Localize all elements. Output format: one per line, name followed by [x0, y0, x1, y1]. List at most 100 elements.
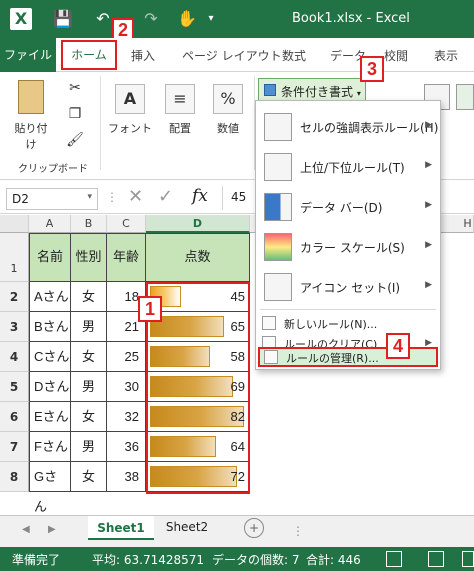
- font-label: フォント: [108, 122, 152, 135]
- title-bar: X 💾 ↶ ↷ ✋ ▾ Book1.xlsx - Excel 2: [0, 0, 474, 42]
- gender-cell[interactable]: 女: [71, 402, 107, 432]
- undo-icon[interactable]: ↶: [92, 8, 114, 30]
- paste-button[interactable]: 貼り付け: [10, 80, 52, 152]
- sheet-tab-1[interactable]: Sheet1: [88, 516, 154, 540]
- name-box-dropdown-icon[interactable]: ▾: [87, 192, 92, 202]
- name-cell[interactable]: Gさん: [29, 462, 71, 514]
- tab-page-layout[interactable]: ページ レイアウト: [182, 47, 282, 64]
- number-button[interactable]: % 数値: [206, 84, 250, 136]
- tab-home[interactable]: ホーム: [61, 40, 117, 70]
- row-header-7[interactable]: 7: [0, 432, 29, 462]
- copy-icon[interactable]: ❐: [64, 106, 86, 122]
- gender-cell[interactable]: 女: [71, 282, 107, 312]
- conditional-formatting-button[interactable]: 条件付き書式 ▾: [258, 78, 366, 102]
- normal-view-icon[interactable]: [386, 551, 402, 567]
- formula-input[interactable]: 45: [222, 186, 258, 210]
- age-cell[interactable]: 25: [107, 342, 146, 372]
- name-cell[interactable]: Fさん: [29, 432, 71, 462]
- gender-cell[interactable]: 男: [71, 312, 107, 342]
- cancel-icon[interactable]: ✕: [128, 186, 143, 207]
- name-cell[interactable]: Aさん: [29, 282, 71, 312]
- table-header-cell[interactable]: 性別: [71, 233, 107, 282]
- menu-item-highlight-rules[interactable]: セルの強調表示ルール(H) ▶: [256, 107, 440, 147]
- scroll-right-icon[interactable]: ▶: [48, 524, 56, 535]
- alignment-button[interactable]: ≡ 配置: [158, 84, 202, 136]
- clipboard-icon: [18, 80, 44, 114]
- window-title: Book1.xlsx - Excel: [292, 11, 410, 26]
- table-header-cell[interactable]: 年齢: [107, 233, 146, 282]
- menu-item-new-rule[interactable]: 新しいルール(N)...: [256, 313, 440, 333]
- format-painter-icon[interactable]: 🖌: [64, 132, 86, 148]
- page-layout-view-icon[interactable]: [428, 551, 444, 567]
- callout-4: 4: [386, 333, 410, 359]
- menu-item-label: データ バー(D): [300, 201, 383, 215]
- tab-insert[interactable]: 挿入: [131, 47, 155, 64]
- touch-mode-icon[interactable]: ✋: [176, 8, 198, 30]
- status-ready: 準備完了: [12, 553, 61, 567]
- more-icon: ⋮: [292, 524, 304, 538]
- column-header-a[interactable]: A: [29, 215, 71, 233]
- conditional-formatting-menu: セルの強調表示ルール(H) ▶ 上位/下位ルール(T) ▶ データ バー(D) …: [255, 100, 441, 370]
- add-sheet-icon[interactable]: +: [244, 518, 264, 538]
- name-cell[interactable]: Eさん: [29, 402, 71, 432]
- row-header-1[interactable]: 1: [0, 233, 29, 282]
- customize-toolbar-icon[interactable]: ▾: [200, 8, 222, 30]
- gender-cell[interactable]: 女: [71, 462, 107, 492]
- row-header-4[interactable]: 4: [0, 342, 29, 372]
- sheet-tab-2[interactable]: Sheet2: [158, 520, 216, 534]
- gender-cell[interactable]: 男: [71, 372, 107, 402]
- age-cell[interactable]: 32: [107, 402, 146, 432]
- menu-item-icon-sets[interactable]: アイコン セット(I) ▶: [256, 267, 440, 307]
- menu-item-color-scales[interactable]: カラー スケール(S) ▶: [256, 227, 440, 267]
- age-cell[interactable]: 30: [107, 372, 146, 402]
- name-cell[interactable]: Bさん: [29, 312, 71, 342]
- excel-logo-icon: X: [10, 8, 32, 30]
- age-cell[interactable]: 38: [107, 462, 146, 492]
- tab-formulas[interactable]: 数式: [282, 47, 306, 64]
- tab-review[interactable]: 校閲: [384, 47, 408, 64]
- gender-cell[interactable]: 男: [71, 432, 107, 462]
- submenu-arrow-icon: ▶: [425, 240, 432, 250]
- new-rule-icon: [262, 316, 276, 330]
- table-header-cell[interactable]: 点数: [146, 233, 250, 282]
- age-cell[interactable]: 36: [107, 432, 146, 462]
- menu-item-manage-rules[interactable]: ルールの管理(R)...: [258, 347, 438, 367]
- highlight-rules-icon: [264, 113, 292, 141]
- menu-item-data-bars[interactable]: データ バー(D) ▶: [256, 187, 440, 227]
- submenu-arrow-icon: ▶: [425, 200, 432, 210]
- name-cell[interactable]: Dさん: [29, 372, 71, 402]
- menu-item-label: アイコン セット(I): [300, 281, 401, 295]
- column-header-b[interactable]: B: [71, 215, 107, 233]
- scroll-left-icon[interactable]: ◀: [22, 524, 30, 535]
- column-header-d[interactable]: D: [146, 215, 250, 233]
- menu-item-label: セルの強調表示ルール(H): [300, 121, 439, 135]
- column-header-c[interactable]: C: [107, 215, 146, 233]
- select-all-corner[interactable]: [0, 215, 29, 233]
- top-bottom-rules-icon: [264, 153, 292, 181]
- edit-icon[interactable]: [456, 84, 474, 110]
- status-bar: 準備完了 平均: 63.71428571 データの個数: 7 合計: 446: [0, 547, 474, 571]
- page-break-view-icon[interactable]: [462, 551, 474, 567]
- name-box[interactable]: D2 ▾: [6, 188, 98, 210]
- cut-icon[interactable]: ✂: [64, 80, 86, 96]
- submenu-arrow-icon: ▶: [425, 120, 432, 130]
- manage-rules-icon: [264, 350, 278, 364]
- tab-view[interactable]: 表示: [434, 47, 458, 64]
- save-icon[interactable]: 💾: [52, 8, 74, 30]
- enter-icon[interactable]: ✓: [158, 186, 173, 207]
- redo-icon[interactable]: ↷: [140, 8, 162, 30]
- alignment-label: 配置: [169, 122, 191, 135]
- row-header-8[interactable]: 8: [0, 462, 29, 492]
- row-header-5[interactable]: 5: [0, 372, 29, 402]
- tab-file[interactable]: ファイル: [0, 38, 56, 72]
- row-header-6[interactable]: 6: [0, 402, 29, 432]
- row-header-2[interactable]: 2: [0, 282, 29, 312]
- font-button[interactable]: A フォント: [108, 84, 152, 136]
- row-header-3[interactable]: 3: [0, 312, 29, 342]
- gender-cell[interactable]: 女: [71, 342, 107, 372]
- name-cell[interactable]: Cさん: [29, 342, 71, 372]
- insert-function-icon[interactable]: fx: [192, 186, 208, 206]
- column-header-h[interactable]: H: [462, 215, 474, 233]
- table-header-cell[interactable]: 名前: [29, 233, 71, 282]
- menu-item-top-bottom-rules[interactable]: 上位/下位ルール(T) ▶: [256, 147, 440, 187]
